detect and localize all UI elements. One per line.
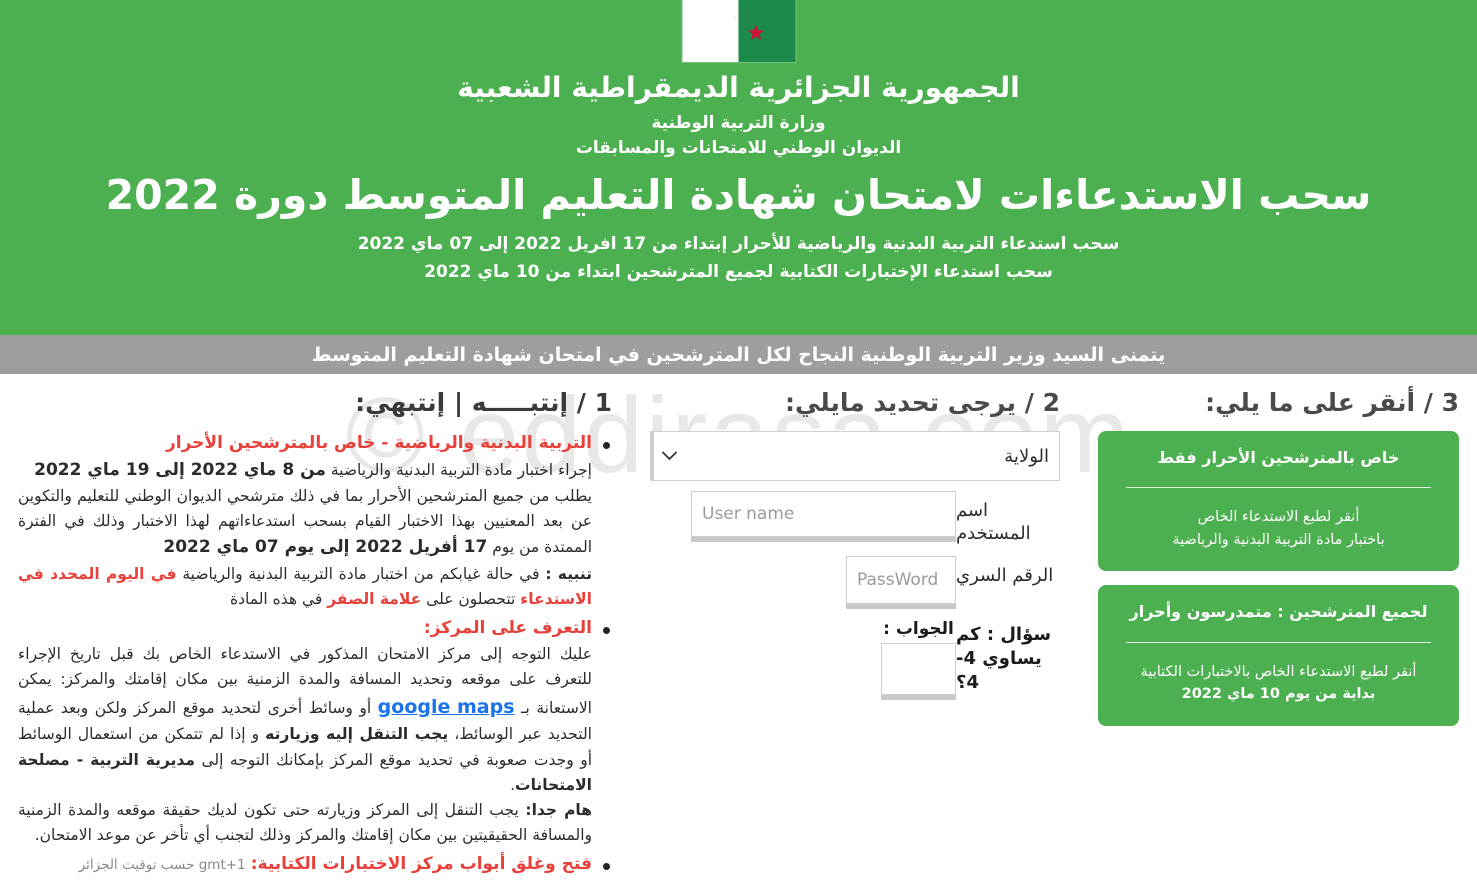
username-field-wrap: [650, 491, 956, 542]
step-1-heading: 1 / إنتبـــــه | إنتبهي:: [355, 388, 612, 417]
notice-pe-p1-dates: من 8 ماي 2022 إلى 19 ماي 2022: [34, 459, 326, 480]
username-row: اسم المستخدم: [650, 491, 1060, 546]
notice-list: التربية البدنية والرياضية - خاص بالمترشح…: [18, 431, 612, 878]
input-shadow-bar: [691, 537, 956, 542]
wilaya-select-wrap: الولاية: [650, 431, 1060, 481]
page-title: سحب الاستدعاءات لامتحان شهادة التعليم ال…: [105, 171, 1372, 219]
notice-item-pe: التربية البدنية والرياضية - خاص بالمترشح…: [18, 431, 612, 612]
column-step-3: 3 / أنقر على ما يلي: خاص بالمترشحين الأح…: [1070, 374, 1477, 882]
captcha-answer-label: الجواب :: [883, 618, 954, 639]
notice-pe-warning-post: في هذه المادة: [229, 589, 328, 608]
captcha-row: سؤال : كم يساوي 4-4؟ الجواب :: [650, 619, 1060, 700]
password-input[interactable]: [846, 555, 956, 604]
wilaya-row: الولاية: [650, 431, 1060, 481]
print-written-button-subtitle: أنقر لطبع الاستدعاء الخاص بالاختبارات ال…: [1116, 661, 1441, 706]
print-pe-sub-1: أنقر لطبع الاستدعاء الخاص: [1197, 509, 1360, 526]
captcha-answer-block: الجواب :: [871, 619, 956, 700]
notice-pe-p2-dates: 17 أفريل 2022 إلى يوم 07 ماي 2022: [163, 537, 488, 558]
algeria-flag-icon: [682, 0, 795, 62]
content-columns: 3 / أنقر على ما يلي: خاص بالمترشحين الأح…: [0, 374, 1477, 882]
minister-message-text: يتمنى السيد وزير التربية الوطنية النجاح …: [311, 343, 1166, 366]
input-shadow-bar: [846, 603, 956, 609]
password-field-wrap: [650, 555, 956, 609]
column-step-1: 1 / إنتبـــــه | إنتبهي: التربية البدنية…: [0, 374, 640, 882]
notice-item-gates: فتح وغلق أبواب مركز الاختبارات الكتابية:…: [18, 852, 612, 878]
step-2-heading: 2 / يرجى تحديد مايلي:: [784, 388, 1060, 417]
minister-message-banner: يتمنى السيد وزير التربية الوطنية النجاح …: [0, 335, 1477, 374]
print-written-sub-2: بداية من يوم 10 ماي 2022: [1181, 686, 1376, 703]
username-label: اسم المستخدم: [956, 500, 1031, 545]
notice-gates-title: فتح وغلق أبواب مركز الاختبارات الكتابية:: [250, 854, 592, 875]
captcha-answer-input[interactable]: [881, 642, 956, 695]
notice-pe-title: التربية البدنية والرياضية - خاص بالمترشح…: [165, 433, 592, 453]
notice-center-important-text: يجب التنقل إلى المركز وزيارته حتى تكون ل…: [18, 800, 592, 844]
password-label: الرقم السري: [956, 564, 1054, 586]
notice-pe-warning-mid: تتحصلون على: [421, 589, 521, 608]
password-row: الرقم السري: [650, 555, 1060, 609]
username-input[interactable]: [691, 491, 956, 537]
captcha-question-label: سؤال : كم يساوي 4-4؟: [956, 623, 1052, 694]
notice-pe-warning-pre: في حالة غيابكم من اختبار مادة التربية ال…: [176, 564, 546, 583]
print-pe-button-title: خاص بالمترشحين الأحرار فقط: [1157, 448, 1400, 467]
page-header: الجمهورية الجزائرية الديمقراطية الشعبية …: [0, 0, 1477, 335]
notice-center-important-label: هام جدا:: [525, 800, 592, 819]
step-3-heading: 3 / أنقر على ما يلي:: [1205, 388, 1459, 417]
print-written-convocation-button[interactable]: لجميع المترشحين : متمدرسون وأحرار أنقر ل…: [1098, 585, 1459, 726]
notice-pe-warning-label: تنبيه :: [545, 564, 593, 583]
notice-center-bold-1: يجب التنقل إليه وزيارته: [265, 725, 449, 744]
office-name: الديوان الوطني للامتحانات والمسابقات: [575, 138, 902, 158]
ministry-name: وزارة التربية الوطنية: [651, 113, 826, 133]
notice-center-body: عليك التوجه إلى مركز الامتحان المذكور في…: [18, 642, 592, 849]
google-maps-link[interactable]: google maps: [378, 692, 515, 723]
notice-pe-body: إجراء اختبار مادة التربية البدنية والريا…: [18, 457, 592, 613]
notice-center-title: التعرف على المركز:: [423, 618, 592, 638]
header-subtitle-1: سحب استدعاء التربية البدنية والرياضية لل…: [357, 234, 1120, 255]
print-written-button-title: لجميع المترشحين : متمدرسون وأحرار: [1129, 602, 1428, 622]
republic-title: الجمهورية الجزائرية الديمقراطية الشعبية: [457, 71, 1020, 104]
print-written-sub-1: أنقر لطبع الاستدعاء الخاص بالاختبارات ال…: [1140, 663, 1417, 680]
wilaya-select[interactable]: الولاية: [650, 431, 1060, 481]
input-shadow-bar: [881, 694, 956, 700]
print-pe-button-subtitle: أنقر لطبع الاستدعاء الخاص باختبار مادة ا…: [1116, 506, 1441, 551]
header-subtitle-2: سحب استدعاء الإختبارات الكتابية لجميع ال…: [424, 262, 1053, 283]
column-step-2: 2 / يرجى تحديد مايلي: الولاية اسم المستخ…: [640, 374, 1070, 882]
button-divider: [1126, 487, 1431, 489]
notice-pe-p1-pre: إجراء اختبار مادة التربية البدنية والريا…: [325, 460, 592, 479]
notice-item-center: التعرف على المركز: عليك التوجه إلى مركز …: [18, 616, 612, 848]
notice-pe-warning-red-2: علامة الصفر: [327, 589, 422, 608]
print-pe-sub-2: باختبار مادة التربية البدنية والرياضية: [1172, 531, 1385, 548]
button-divider: [1126, 641, 1431, 643]
print-pe-convocation-button[interactable]: خاص بالمترشحين الأحرار فقط أنقر لطبع الا…: [1098, 431, 1459, 572]
page-root: © eddirasa.com الجمهورية الجزائرية الديم…: [0, 0, 1477, 883]
notice-gates-timezone: حسب توقيت الجزائر gmt+1: [78, 857, 246, 874]
